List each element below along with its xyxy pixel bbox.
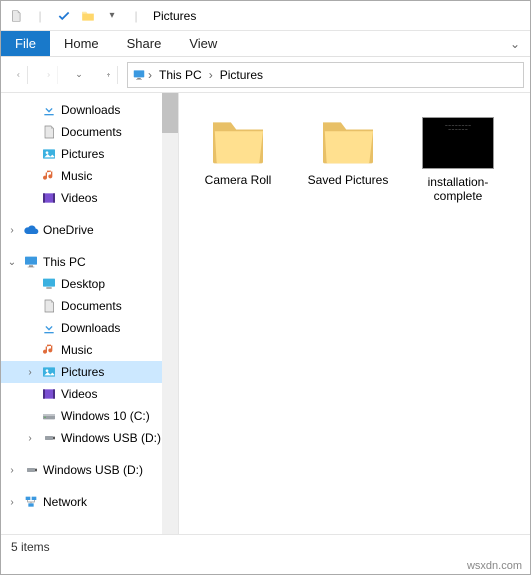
chevron-down-icon[interactable]: ⌄ (5, 257, 19, 268)
file-item-installation[interactable]: _ _ _ _ _ _ _ _ _ _ _ _ _ _ installation… (413, 117, 503, 204)
tab-view[interactable]: View (175, 31, 231, 56)
sidebar-item-music-qa[interactable]: Music (1, 165, 178, 187)
chevron-right-icon: › (209, 68, 213, 82)
status-text: 5 items (11, 540, 50, 554)
sidebar-item-downloads[interactable]: Downloads (1, 99, 178, 121)
sidebar-item-videos-qa[interactable]: Videos (1, 187, 178, 209)
nav-up[interactable] (97, 63, 121, 87)
sidebar-item-videos[interactable]: Videos (1, 383, 178, 405)
scrollbar[interactable] (162, 93, 178, 534)
chevron-right-icon[interactable]: › (23, 433, 37, 444)
tab-home[interactable]: Home (50, 31, 113, 56)
qat-divider: | (29, 5, 51, 27)
chevron-right-icon[interactable]: › (5, 225, 19, 236)
sidebar-item-pictures[interactable]: ›Pictures (1, 361, 178, 383)
chevron-right-icon[interactable]: › (5, 497, 19, 508)
chevron-right-icon[interactable]: › (5, 465, 19, 476)
nav-forward[interactable] (37, 63, 61, 87)
breadcrumb[interactable]: › This PC › Pictures (127, 62, 524, 88)
file-tab[interactable]: File (1, 31, 50, 56)
sidebar-item-thispc[interactable]: ⌄This PC (1, 251, 178, 273)
scrollbar-thumb[interactable] (162, 93, 178, 133)
status-bar: 5 items (1, 534, 530, 558)
downloads-icon (41, 320, 57, 336)
image-thumbnail: _ _ _ _ _ _ _ _ _ _ _ _ _ _ (422, 117, 494, 169)
qat-overflow[interactable]: ▾ (101, 5, 123, 27)
navigation-pane[interactable]: Downloads Documents Pictures Music Video… (1, 93, 179, 534)
pc-icon (23, 254, 39, 270)
qat-check[interactable] (53, 5, 75, 27)
desktop-icon (41, 276, 57, 292)
folder-icon (318, 117, 378, 167)
file-list[interactable]: Camera Roll Saved Pictures _ _ _ _ _ _ _… (179, 93, 530, 534)
drive-icon (41, 408, 57, 424)
watermark: wsxdn.com (1, 558, 530, 574)
pictures-icon (41, 146, 57, 162)
sidebar-item-network[interactable]: ›Network (1, 491, 178, 513)
music-icon (41, 168, 57, 184)
qat-divider2: | (125, 5, 147, 27)
sidebar-item-desktop[interactable]: Desktop (1, 273, 178, 295)
sidebar-item-documents2[interactable]: Documents (1, 295, 178, 317)
nav-back[interactable] (7, 63, 31, 87)
file-item-saved-pictures[interactable]: Saved Pictures (303, 117, 393, 187)
crumb-pictures[interactable]: Pictures (215, 68, 268, 82)
sidebar-item-drive-d[interactable]: ›Windows USB (D:) (1, 427, 178, 449)
sidebar-item-music[interactable]: Music (1, 339, 178, 361)
chevron-right-icon: › (148, 68, 152, 82)
sidebar-item-drive-c[interactable]: Windows 10 (C:) (1, 405, 178, 427)
usb-icon (23, 462, 39, 478)
file-item-camera-roll[interactable]: Camera Roll (193, 117, 283, 187)
pictures-icon (41, 364, 57, 380)
downloads-icon (41, 102, 57, 118)
documents-icon (41, 124, 57, 140)
music-icon (41, 342, 57, 358)
crumb-thispc[interactable]: This PC (154, 68, 207, 82)
chevron-right-icon[interactable]: › (23, 367, 37, 378)
sidebar-item-documents[interactable]: Documents (1, 121, 178, 143)
qat-properties[interactable] (5, 5, 27, 27)
cloud-icon (23, 222, 39, 238)
window-title: Pictures (153, 9, 196, 23)
nav-recent[interactable]: ⌄ (67, 63, 91, 87)
sidebar-item-onedrive[interactable]: ›OneDrive (1, 219, 178, 241)
videos-icon (41, 386, 57, 402)
network-icon (23, 494, 39, 510)
documents-icon (41, 298, 57, 314)
tab-share[interactable]: Share (113, 31, 176, 56)
sidebar-item-pictures-qa[interactable]: Pictures (1, 143, 178, 165)
sidebar-item-usb-root[interactable]: ›Windows USB (D:) (1, 459, 178, 481)
sidebar-item-downloads2[interactable]: Downloads (1, 317, 178, 339)
usb-icon (41, 430, 57, 446)
qat-folder[interactable] (77, 5, 99, 27)
pc-icon (132, 68, 146, 82)
videos-icon (41, 190, 57, 206)
folder-icon (208, 117, 268, 167)
ribbon-toggle[interactable]: ⌄ (500, 31, 530, 56)
